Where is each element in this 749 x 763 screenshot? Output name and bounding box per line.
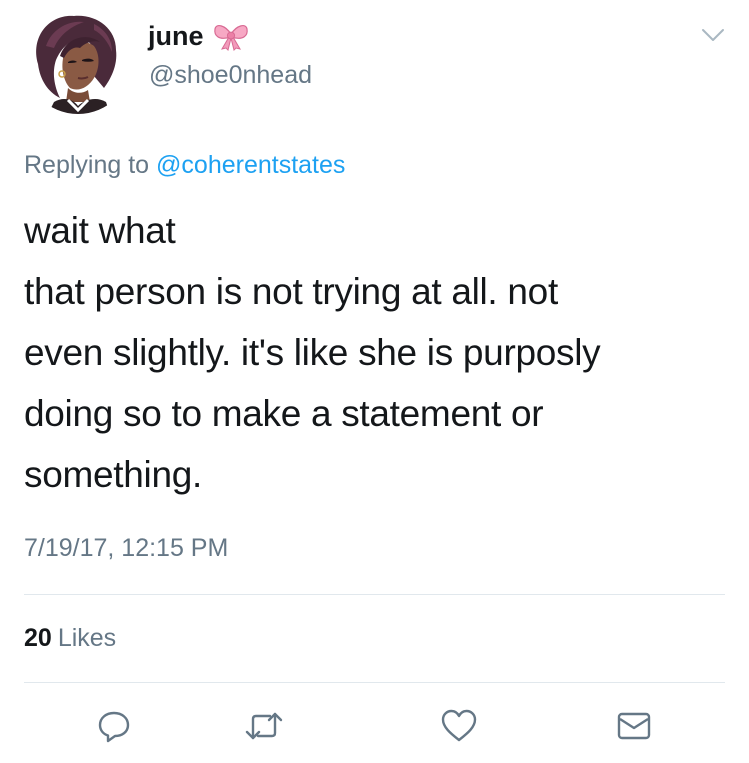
display-name[interactable]: june <box>148 18 204 54</box>
likes-stat[interactable]: 20 Likes <box>24 620 116 656</box>
like-button[interactable] <box>437 706 481 746</box>
ribbon-bow-icon <box>212 21 250 51</box>
tweet-text-line: even slightly. it's like she is purposly <box>24 332 601 373</box>
reply-button[interactable] <box>92 706 136 746</box>
reply-mention-link[interactable]: @coherentstates <box>156 151 345 179</box>
tweet-text-line: that person is not trying at all. not <box>24 271 558 312</box>
chevron-down-icon[interactable] <box>700 26 726 44</box>
reply-context-prefix: Replying to <box>24 151 150 179</box>
reply-icon <box>98 711 130 743</box>
tweet-timestamp[interactable]: 7/19/17, 12:15 PM <box>24 530 228 566</box>
tweet-text-line: doing so to make a statement or <box>24 393 544 434</box>
retweet-button[interactable] <box>242 706 286 746</box>
direct-message-button[interactable] <box>612 706 656 746</box>
likes-label: Likes <box>57 624 117 652</box>
user-handle[interactable]: @shoe0nhead <box>149 60 312 90</box>
heart-icon <box>441 709 477 742</box>
likes-count: 20 <box>24 624 52 652</box>
divider <box>24 682 725 683</box>
envelope-icon <box>617 712 651 740</box>
tweet-text-line: wait what <box>24 210 176 251</box>
tweet-text: wait what that person is not trying at a… <box>24 200 724 505</box>
retweet-icon <box>245 712 283 740</box>
divider <box>24 594 725 595</box>
avatar[interactable] <box>24 6 132 114</box>
user-name-row[interactable]: june <box>148 18 250 54</box>
reply-context: Replying to @coherentstates <box>24 147 345 183</box>
tweet-text-line: something. <box>24 454 202 495</box>
tweet-detail: june @shoe0nhead Replying to @coherentst… <box>0 0 749 763</box>
avatar-illustration <box>24 6 132 114</box>
